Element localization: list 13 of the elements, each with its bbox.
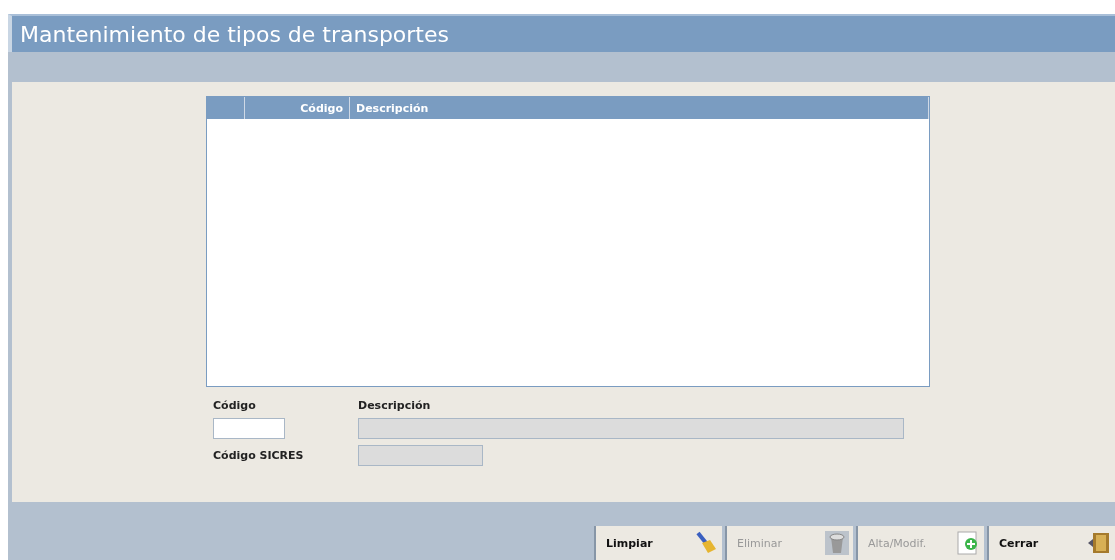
field-label: Código SICRES	[213, 449, 305, 462]
input-field[interactable]	[213, 418, 285, 439]
action-button[interactable]: Limpiar	[594, 526, 722, 560]
brush-icon	[694, 531, 718, 555]
field-label: Código	[213, 399, 257, 412]
document-add-icon	[956, 531, 980, 555]
trash-icon	[825, 531, 849, 555]
window-title: Mantenimiento de tipos de transportes	[8, 14, 1115, 52]
column-header: Código	[245, 97, 350, 119]
action-button[interactable]: Cerrar	[987, 526, 1115, 560]
field-label: Descripción	[358, 399, 432, 412]
column-header: Descripción	[350, 97, 929, 119]
door-exit-icon	[1087, 531, 1111, 555]
